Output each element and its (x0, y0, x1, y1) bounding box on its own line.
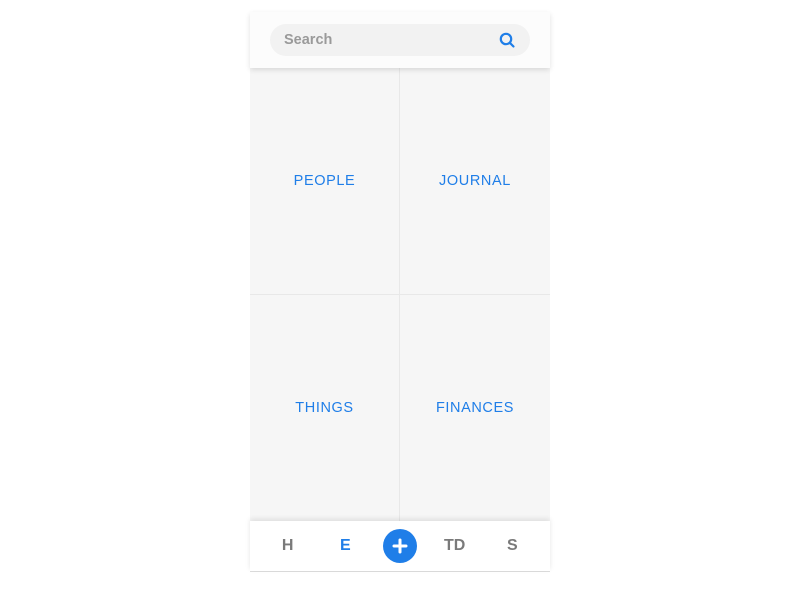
tab-label: TD (444, 537, 465, 554)
plus-icon (391, 537, 409, 555)
tile-journal[interactable]: JOURNAL (400, 68, 550, 295)
tile-finances[interactable]: FINANCES (400, 295, 550, 522)
toolbar: Search (250, 12, 550, 68)
search-field[interactable]: Search (270, 24, 530, 56)
search-icon (498, 31, 516, 49)
add-button[interactable] (383, 529, 417, 563)
tile-label: PEOPLE (294, 173, 356, 189)
app-frame: Search PEOPLE JOURNAL THINGS FINANCES H … (250, 12, 550, 572)
tile-label: JOURNAL (439, 173, 511, 189)
tab-s[interactable]: S (492, 537, 532, 555)
tile-things[interactable]: THINGS (250, 295, 400, 522)
tab-bar: H E TD S (250, 521, 550, 571)
search-placeholder: Search (284, 32, 332, 48)
tile-label: THINGS (295, 400, 353, 416)
tab-td[interactable]: TD (435, 537, 475, 555)
tab-label: E (340, 537, 351, 554)
tab-label: S (507, 537, 518, 554)
tile-label: FINANCES (436, 400, 514, 416)
tab-label: H (282, 537, 294, 554)
category-grid: PEOPLE JOURNAL THINGS FINANCES (250, 68, 550, 521)
tab-h[interactable]: H (268, 537, 308, 555)
tile-people[interactable]: PEOPLE (250, 68, 400, 295)
tab-e[interactable]: E (325, 537, 365, 555)
